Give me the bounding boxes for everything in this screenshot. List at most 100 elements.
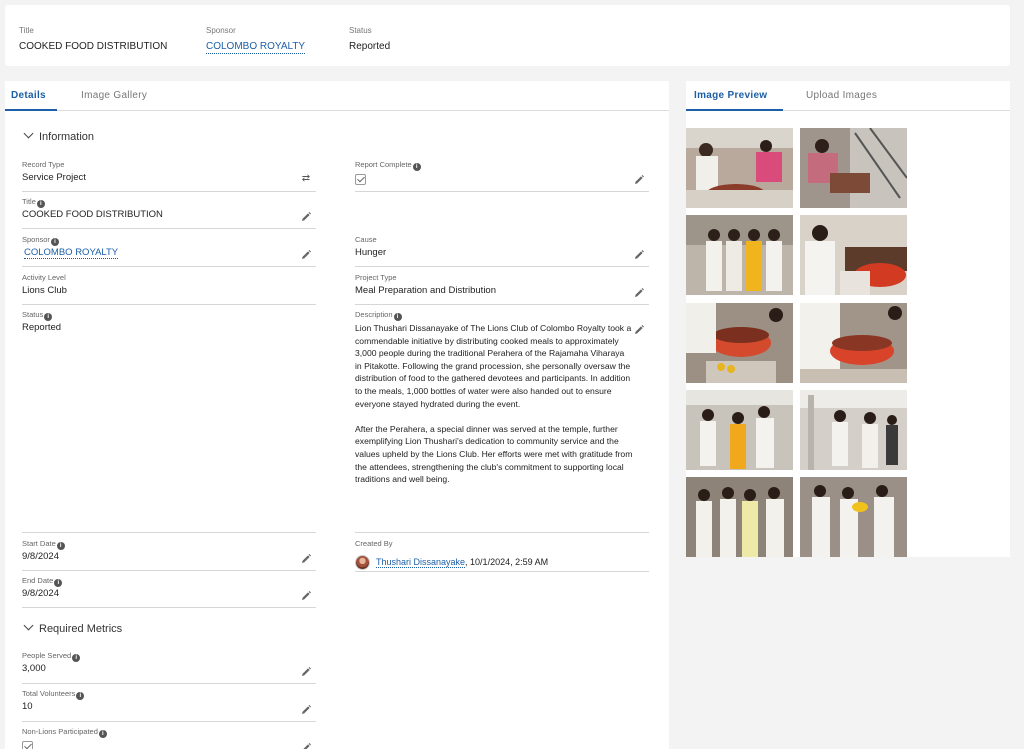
field-label: Report Complete i — [355, 160, 421, 171]
field-project-type: Project Type Meal Preparation and Distri… — [355, 273, 649, 305]
field-label: Total Volunteers i — [22, 689, 85, 700]
field-label: Start Date i — [22, 539, 65, 550]
info-icon[interactable]: i — [76, 692, 85, 700]
details-tabs: Details Image Gallery — [5, 81, 669, 111]
gallery-image[interactable] — [686, 215, 793, 295]
highlight-status-value: Reported — [349, 41, 391, 52]
field-label: End Date i — [22, 576, 63, 587]
tab-image-preview[interactable]: Image Preview — [694, 90, 767, 101]
pencil-icon[interactable] — [633, 287, 645, 299]
tab-image-gallery[interactable]: Image Gallery — [81, 90, 147, 101]
gallery-image[interactable] — [800, 215, 907, 295]
active-tab-indicator — [686, 109, 783, 111]
info-icon[interactable]: i — [36, 200, 45, 208]
info-icon[interactable]: i — [412, 163, 421, 171]
highlight-sponsor: Sponsor COLOMBO ROYALTY — [206, 26, 306, 54]
field-label: Project Type — [355, 273, 397, 282]
field-people-served: People Served i 3,000 — [22, 651, 316, 684]
gallery-image[interactable] — [800, 390, 907, 470]
highlight-title: Title COOKED FOOD DISTRIBUTION — [19, 26, 167, 52]
gallery-image[interactable] — [800, 128, 907, 208]
field-label: Activity Level — [22, 273, 66, 282]
field-label: Created By — [355, 539, 393, 548]
info-icon[interactable]: i — [98, 730, 107, 738]
creator-link[interactable]: Thushari Dissanayake — [376, 557, 466, 568]
tab-upload-images[interactable]: Upload Images — [806, 90, 877, 101]
pencil-icon[interactable] — [300, 666, 312, 678]
gallery-image[interactable] — [686, 303, 793, 383]
pencil-icon[interactable] — [300, 704, 312, 716]
highlight-title-value: COOKED FOOD DISTRIBUTION — [19, 41, 168, 52]
field-record-type: Record Type Service Project ⇄ — [22, 160, 316, 192]
field-value: Lions Club — [22, 285, 67, 296]
field-report-complete: Report Complete i — [355, 160, 649, 192]
info-icon[interactable]: i — [54, 579, 63, 587]
record-highlights: Title COOKED FOOD DISTRIBUTION Sponsor C… — [5, 5, 1010, 66]
section-information-toggle[interactable]: Information — [22, 128, 95, 143]
info-icon[interactable]: i — [56, 542, 65, 550]
info-icon[interactable]: i — [393, 313, 402, 321]
created-by-value: Thushari Dissanayake, 10/1/2024, 2:59 AM — [376, 557, 549, 568]
field-value: 3,000 — [22, 663, 46, 674]
field-description: Description i Lion Thushari Dissanayake o… — [355, 310, 649, 533]
field-label: Title i — [22, 197, 45, 208]
chevron-down-icon — [23, 128, 34, 139]
field-sponsor: Sponsor i COLOMBO ROYALTY — [22, 235, 316, 267]
pencil-icon[interactable] — [300, 211, 312, 223]
gallery-image[interactable] — [686, 128, 793, 208]
field-created-by: Created By Thushari Dissanayake, 10/1/20… — [355, 539, 649, 572]
pencil-icon[interactable] — [633, 249, 645, 261]
gallery-image[interactable] — [800, 303, 907, 383]
field-start-date: Start Date i 9/8/2024 — [22, 539, 316, 571]
sponsor-link[interactable]: COLOMBO ROYALTY — [24, 247, 119, 259]
field-label: Description i — [355, 310, 402, 321]
field-activity-level: Activity Level Lions Club — [22, 273, 316, 305]
section-metrics-title: Required Metrics — [39, 623, 123, 635]
pencil-icon[interactable] — [633, 324, 645, 336]
avatar — [355, 555, 370, 570]
field-label: Non-Lions Participated i — [22, 727, 107, 738]
field-label: Record Type — [22, 160, 65, 169]
gallery-image[interactable] — [686, 477, 793, 557]
field-title: Title i COOKED FOOD DISTRIBUTION — [22, 197, 316, 229]
swap-icon[interactable]: ⇄ — [300, 173, 312, 185]
section-metrics-toggle[interactable]: Required Metrics — [22, 620, 123, 635]
pencil-icon[interactable] — [633, 174, 645, 186]
field-status: Status i Reported — [22, 310, 316, 533]
field-non-lions-participated: Non-Lions Participated i — [22, 727, 316, 749]
pencil-icon[interactable] — [300, 249, 312, 261]
highlight-status: Status Reported — [349, 26, 390, 52]
description-text: Lion Thushari Dissanayake of The Lions C… — [355, 322, 633, 498]
field-end-date: End Date i 9/8/2024 — [22, 576, 316, 608]
created-timestamp: , 10/1/2024, 2:59 AM — [465, 557, 549, 567]
field-label: People Served i — [22, 651, 81, 662]
gallery-image[interactable] — [686, 390, 793, 470]
field-label: Cause — [355, 235, 377, 244]
highlight-title-label: Title — [19, 26, 34, 35]
field-total-volunteers: Total Volunteers i 10 — [22, 689, 316, 722]
tab-details[interactable]: Details — [11, 90, 46, 101]
pencil-icon[interactable] — [300, 742, 312, 749]
field-value: 9/8/2024 — [22, 588, 59, 599]
field-label: Sponsor i — [22, 235, 59, 246]
chevron-down-icon — [23, 620, 34, 631]
field-value: Service Project — [22, 172, 86, 183]
checkbox-checked-icon[interactable] — [355, 174, 366, 185]
info-icon[interactable]: i — [44, 313, 53, 321]
info-icon[interactable]: i — [72, 654, 81, 662]
gallery-image[interactable] — [800, 477, 907, 557]
highlight-status-label: Status — [349, 26, 372, 35]
pencil-icon[interactable] — [300, 553, 312, 565]
section-information-title: Information — [39, 131, 95, 143]
checkbox-checked-icon[interactable] — [22, 741, 33, 749]
field-value: 10 — [22, 701, 33, 712]
info-icon[interactable]: i — [50, 238, 59, 246]
image-tabs: Image Preview Upload Images — [686, 81, 1010, 111]
highlight-sponsor-link[interactable]: COLOMBO ROYALTY — [206, 41, 306, 54]
highlight-sponsor-label: Sponsor — [206, 26, 236, 35]
field-cause: Cause Hunger — [355, 235, 649, 267]
field-value: 9/8/2024 — [22, 551, 59, 562]
active-tab-indicator — [5, 109, 57, 111]
pencil-icon[interactable] — [300, 590, 312, 602]
field-value: Reported — [22, 322, 62, 333]
